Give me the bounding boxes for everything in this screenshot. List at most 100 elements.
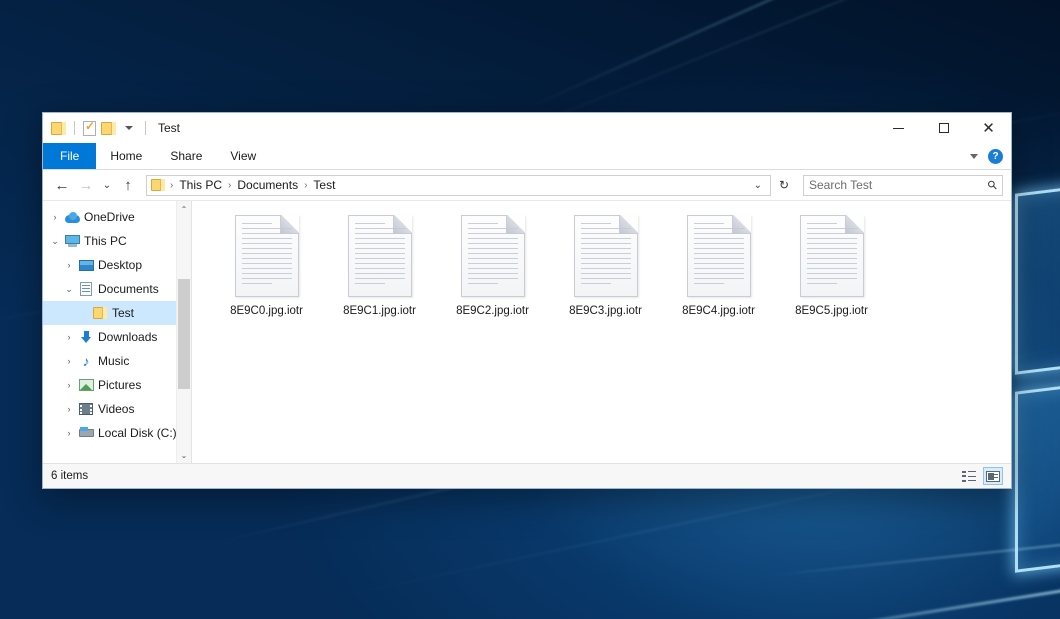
chevron-down-icon: ⌄	[103, 180, 111, 191]
large-icons-view-button[interactable]	[983, 467, 1003, 485]
up-button[interactable]: ↑	[117, 174, 139, 196]
desktop-icon-glyph	[79, 260, 94, 271]
breadcrumb-documents[interactable]: Documents	[234, 178, 301, 192]
breadcrumb-this-pc[interactable]: This PC	[176, 178, 225, 192]
document-text-lines	[807, 223, 857, 290]
properties-checkbox-icon[interactable]	[83, 121, 96, 136]
back-button[interactable]: ←	[51, 174, 73, 196]
music-icon-glyph: ♪	[80, 355, 93, 368]
onedrive-icon	[63, 212, 81, 223]
file-item[interactable]: 8E9C1.jpg.iotr	[323, 213, 436, 317]
maximize-icon	[939, 123, 949, 133]
refresh-icon: ↻	[779, 178, 789, 192]
navigation-tree: › OneDrive ⌄ This PC ›Desktop⌄Documents Test ›…	[43, 205, 191, 445]
file-list-pane[interactable]: 8E9C0.jpg.iotr 8E9C1.jpg.iotr 8E9C2.jpg.io…	[192, 201, 1011, 463]
chevron-right-icon[interactable]: ›	[61, 332, 77, 342]
breadcrumb-separator: ›	[169, 180, 174, 191]
chevron-right-icon[interactable]: ›	[61, 260, 77, 270]
file-item[interactable]: 8E9C4.jpg.iotr	[662, 213, 775, 317]
chevron-down-icon[interactable]	[125, 126, 133, 130]
scroll-up-button[interactable]: ⌃	[177, 201, 191, 217]
toolbar-separator	[145, 121, 146, 135]
details-view-button[interactable]	[959, 467, 979, 485]
sidebar-item-desktop[interactable]: ›Desktop	[43, 253, 191, 277]
breadcrumb-separator: ›	[227, 180, 232, 191]
tab-share[interactable]: Share	[156, 143, 216, 169]
videos-icon-glyph	[79, 403, 93, 415]
folder-icon	[91, 307, 109, 319]
tab-home[interactable]: Home	[96, 143, 156, 169]
chevron-down-icon[interactable]: ⌄	[47, 236, 63, 247]
window-controls: ✕	[876, 113, 1011, 143]
window-body: › OneDrive ⌄ This PC ›Desktop⌄Documents Test ›…	[43, 201, 1011, 463]
music-icon: ♪	[77, 355, 95, 368]
scrollbar-track[interactable]	[177, 217, 191, 447]
address-bar-row: ← → ⌄ ↑ › This PC › Documents › Test ⌄ ↻…	[43, 170, 1011, 201]
sidebar-item-test[interactable]: Test	[43, 301, 191, 325]
file-explorer-window: Test ✕ File Home Share View ? ← → ⌄ ↑ › …	[42, 112, 1012, 489]
forward-button[interactable]: →	[75, 174, 97, 196]
disk-icon	[77, 427, 95, 439]
folder-icon[interactable]	[51, 122, 66, 135]
desktop-icon	[77, 260, 95, 271]
file-name-label: 8E9C2.jpg.iotr	[456, 305, 529, 317]
file-grid: 8E9C0.jpg.iotr 8E9C1.jpg.iotr 8E9C2.jpg.io…	[210, 213, 1011, 317]
file-name-label: 8E9C1.jpg.iotr	[343, 305, 416, 317]
sidebar-item-videos[interactable]: ›Videos	[43, 397, 191, 421]
breadcrumb-test[interactable]: Test	[310, 178, 338, 192]
chevron-down-icon[interactable]	[970, 154, 978, 159]
ribbon-right-controls: ?	[970, 143, 1011, 169]
downloads-icon-glyph	[80, 331, 93, 344]
sidebar-item-local-disk-c[interactable]: ›Local Disk (C:)	[43, 421, 191, 445]
sidebar-item-this-pc[interactable]: ⌄ This PC	[43, 229, 191, 253]
refresh-button[interactable]: ↻	[773, 174, 795, 197]
generic-document-icon	[461, 215, 525, 297]
back-icon: ←	[55, 178, 70, 193]
documents-icon-glyph	[80, 282, 92, 296]
sidebar-item-pictures[interactable]: › Pictures	[43, 373, 191, 397]
sidebar-item-label: Test	[112, 306, 134, 320]
document-text-lines	[468, 223, 518, 290]
file-item[interactable]: 8E9C3.jpg.iotr	[549, 213, 662, 317]
address-bar[interactable]: › This PC › Documents › Test ⌄	[146, 175, 771, 196]
tab-view[interactable]: View	[216, 143, 270, 169]
search-input[interactable]: Search Test	[809, 178, 988, 192]
chevron-right-icon[interactable]: ›	[61, 404, 77, 414]
sidebar-item-label: This PC	[84, 234, 127, 248]
new-folder-icon[interactable]	[101, 122, 116, 135]
help-button[interactable]: ?	[988, 149, 1003, 164]
chevron-down-icon[interactable]: ⌄	[61, 284, 77, 295]
breadcrumb-separator: ›	[303, 180, 308, 191]
close-icon: ✕	[982, 121, 995, 136]
close-button[interactable]: ✕	[966, 113, 1011, 143]
sidebar-item-music[interactable]: ›♪Music	[43, 349, 191, 373]
this-pc-icon-glyph	[65, 235, 80, 247]
disk-icon-glyph	[79, 427, 94, 439]
sidebar-item-label: OneDrive	[84, 210, 135, 224]
tab-file[interactable]: File	[43, 143, 96, 169]
folder-icon-glyph	[93, 307, 107, 319]
generic-document-icon	[574, 215, 638, 297]
maximize-button[interactable]	[921, 113, 966, 143]
file-item[interactable]: 8E9C0.jpg.iotr	[210, 213, 323, 317]
scrollbar-thumb[interactable]	[178, 279, 190, 389]
sidebar-item-documents[interactable]: ⌄Documents	[43, 277, 191, 301]
file-item[interactable]: 8E9C2.jpg.iotr	[436, 213, 549, 317]
chevron-right-icon[interactable]: ›	[61, 356, 77, 366]
scroll-down-button[interactable]: ⌄	[177, 447, 191, 463]
chevron-right-icon[interactable]: ›	[47, 212, 63, 222]
generic-document-icon	[235, 215, 299, 297]
address-dropdown-icon[interactable]: ⌄	[754, 180, 766, 191]
chevron-right-icon[interactable]: ›	[61, 380, 77, 390]
search-box[interactable]: Search Test ⚲	[803, 175, 1003, 196]
sidebar-item-onedrive[interactable]: › OneDrive	[43, 205, 191, 229]
file-item[interactable]: 8E9C5.jpg.iotr	[775, 213, 888, 317]
minimize-button[interactable]	[876, 113, 921, 143]
navigation-scrollbar[interactable]: ⌃ ⌄	[176, 201, 191, 463]
recent-locations-button[interactable]: ⌄	[99, 174, 115, 196]
pictures-icon	[77, 379, 95, 391]
sidebar-item-downloads[interactable]: ›Downloads	[43, 325, 191, 349]
sidebar-item-label: Pictures	[98, 378, 141, 392]
status-bar: 6 items	[43, 463, 1011, 488]
chevron-right-icon[interactable]: ›	[61, 428, 77, 438]
